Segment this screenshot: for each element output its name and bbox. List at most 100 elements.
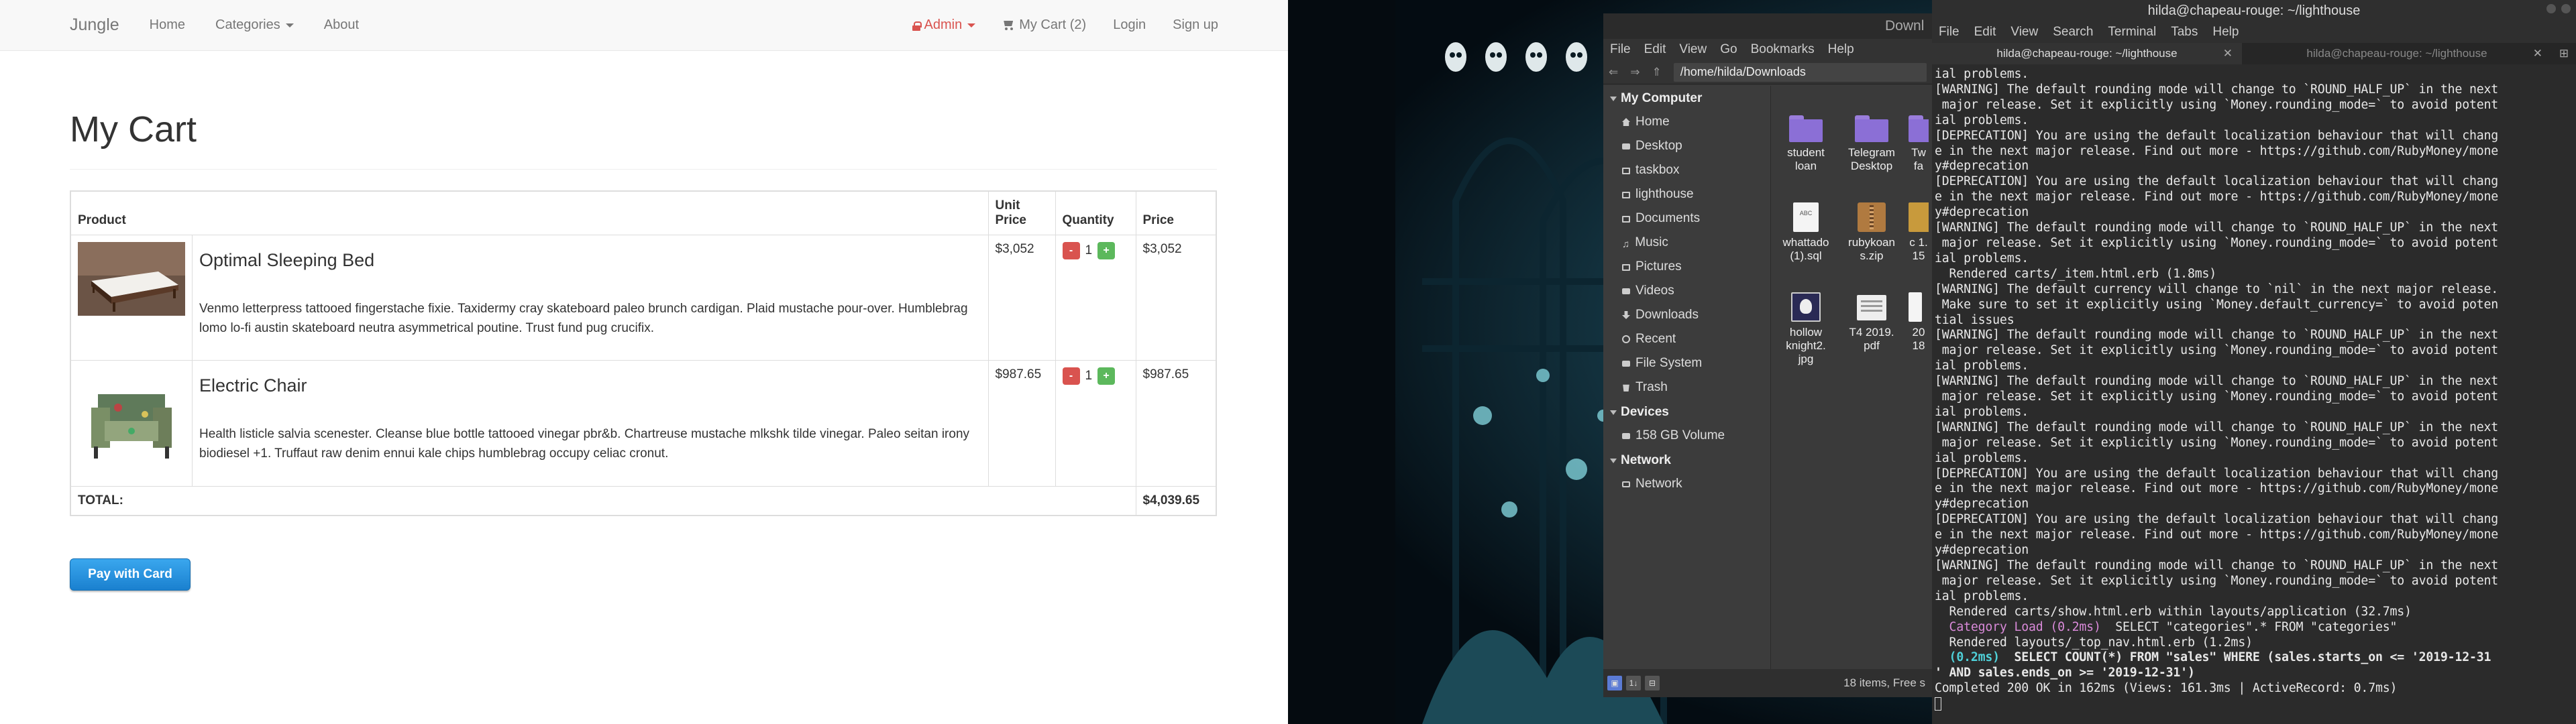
terminal-prompt[interactable]	[1935, 697, 2576, 712]
minimize-button[interactable]	[2546, 4, 2556, 13]
sidebar-item-file-system[interactable]: File System	[1603, 351, 1770, 375]
terminal-tab[interactable]: hilda@chapeau-rouge: ~/lighthouse ✕	[2242, 43, 2552, 64]
chair-product-image[interactable]	[78, 367, 185, 468]
file-item[interactable]: c 1. 15	[1909, 202, 1929, 263]
terminal-window: hilda@chapeau-rouge: ~/lighthouse File E…	[1932, 0, 2576, 724]
file-item[interactable]: ABC whattado (1).sql	[1777, 202, 1835, 263]
terminal-line: tial issues	[1935, 312, 2015, 327]
menu-search[interactable]: Search	[2053, 25, 2093, 40]
nav-categories-dropdown[interactable]: Categories	[215, 17, 294, 33]
menu-file[interactable]: File	[1610, 42, 1631, 57]
sidebar-item-lighthouse[interactable]: lighthouse	[1603, 182, 1770, 206]
zip-file-icon	[1858, 202, 1886, 232]
increase-quantity-button[interactable]: +	[1097, 367, 1116, 385]
total-value: $4,039.65	[1135, 486, 1217, 516]
cursor	[1935, 697, 1941, 711]
bed-product-image[interactable]	[78, 242, 185, 316]
menu-edit[interactable]: Edit	[1644, 42, 1666, 57]
nav-about-link[interactable]: About	[324, 17, 359, 33]
section-network[interactable]: Network	[1603, 448, 1770, 472]
sidebar-item-network[interactable]: Network	[1603, 472, 1770, 496]
count-time: (0.2ms)	[1949, 650, 2000, 665]
expand-triangle-icon	[1610, 410, 1617, 415]
sidebar-item-home[interactable]: Home	[1603, 110, 1770, 134]
file-item[interactable]: Tw fa	[1909, 115, 1929, 173]
brand-link[interactable]: Jungle	[70, 15, 119, 35]
places-toggle-icon[interactable]: ▣	[1607, 676, 1622, 690]
terminal-line: Make sure to set it explicitly using `Mo…	[1935, 297, 2499, 312]
lock-icon	[912, 21, 922, 31]
up-arrow-icon[interactable]: ⇑	[1652, 66, 1662, 79]
close-tab-icon[interactable]: ✕	[2223, 47, 2233, 60]
nav-cart-link[interactable]: My Cart (2)	[1002, 17, 1086, 33]
shopping-cart-icon	[1002, 20, 1014, 30]
nav-home-link[interactable]: Home	[150, 17, 185, 33]
decrease-quantity-button[interactable]: -	[1062, 367, 1080, 385]
sidebar-item-taskbox[interactable]: taskbox	[1603, 158, 1770, 182]
terminal-line: [DEPRECATION] You are using the default …	[1935, 128, 2499, 143]
section-my-computer[interactable]: My Computer	[1603, 86, 1770, 110]
product-name[interactable]: Optimal Sleeping Bed	[199, 250, 981, 271]
product-description: Venmo letterpress tattooed fingerstache …	[199, 302, 968, 335]
sidebar-item-desktop[interactable]: Desktop	[1603, 134, 1770, 158]
file-item[interactable]: Telegram Desktop	[1843, 115, 1900, 173]
terminal-line: Rendered layouts/_top_nav.html.erb (1.2m…	[1935, 635, 2253, 650]
menu-help[interactable]: Help	[2212, 25, 2239, 40]
file-item[interactable]: hollow knight2. jpg	[1777, 292, 1835, 366]
terminal-line: major release. Set it explicitly using `…	[1935, 343, 2499, 358]
sidebar-item-music[interactable]: ♫ Music	[1603, 231, 1770, 255]
file-manager-title[interactable]: Downl	[1603, 13, 1932, 39]
nav-signup-link[interactable]: Sign up	[1173, 17, 1218, 33]
terminal-titlebar[interactable]: hilda@chapeau-rouge: ~/lighthouse	[1932, 0, 2576, 21]
terminal-line: [WARNING] The default rounding mode will…	[1935, 221, 2499, 235]
close-button[interactable]	[2561, 4, 2571, 13]
file-item[interactable]: student loan	[1777, 115, 1835, 173]
file-item[interactable]: 20 18	[1909, 292, 1929, 353]
menu-go[interactable]: Go	[1720, 42, 1737, 57]
nav-login-link[interactable]: Login	[1113, 17, 1146, 33]
menu-terminal[interactable]: Terminal	[2108, 25, 2156, 40]
increase-quantity-button[interactable]: +	[1097, 242, 1116, 259]
expand-triangle-icon	[1610, 96, 1617, 101]
nav-admin-dropdown[interactable]: Admin	[912, 17, 976, 33]
decrease-quantity-button[interactable]: -	[1062, 242, 1080, 259]
terminal-tab[interactable]: hilda@chapeau-rouge: ~/lighthouse ✕	[1932, 43, 2242, 64]
terminal-line: Rendered carts/_item.html.erb (1.8ms)	[1935, 266, 2217, 281]
close-tab-icon[interactable]: ✕	[2533, 47, 2542, 60]
category-load-label: Category Load (0.2ms)	[1949, 619, 2101, 634]
sidebar-item-pictures[interactable]: Pictures	[1603, 255, 1770, 279]
menu-view[interactable]: View	[1679, 42, 1707, 57]
terminal-output[interactable]: ial problems. [WARNING] The default round…	[1932, 64, 2576, 712]
terminal-line: ial problems.	[1935, 359, 2029, 373]
file-item[interactable]: rubykoan s.zip	[1843, 202, 1900, 263]
file-item[interactable]: T4 2019. pdf	[1843, 292, 1900, 353]
terminal-line: major release. Set it explicitly using `…	[1935, 435, 2499, 450]
unit-price-cell: $987.65	[987, 360, 1056, 487]
sidebar-item-downloads[interactable]: Downloads	[1603, 303, 1770, 327]
sidebar-item-volume[interactable]: 158 GB Volume	[1603, 424, 1770, 448]
back-arrow-icon[interactable]: ⇐	[1609, 66, 1618, 79]
forward-arrow-icon[interactable]: ⇒	[1630, 66, 1640, 79]
pay-with-card-button[interactable]: Pay with Card	[70, 558, 191, 591]
sidebar-item-documents[interactable]: Documents	[1603, 206, 1770, 231]
nav-cart-label: My Cart (2)	[1019, 17, 1087, 32]
sidebar-item-videos[interactable]: Videos	[1603, 279, 1770, 303]
path-field[interactable]: /home/hilda/Downloads	[1673, 62, 1927, 82]
menu-edit[interactable]: Edit	[1974, 25, 1996, 40]
terminal-line: [DEPRECATION] You are using the default …	[1935, 512, 2499, 527]
menu-bookmarks[interactable]: Bookmarks	[1751, 42, 1815, 57]
download-icon	[1622, 311, 1630, 319]
menu-tabs[interactable]: Tabs	[2171, 25, 2198, 40]
hide-sidebar-icon[interactable]: ⊟	[1645, 676, 1660, 690]
folder-icon	[1909, 115, 1929, 142]
tab-menu-icon[interactable]: ⊞	[2552, 43, 2576, 64]
image-file-icon	[1791, 292, 1821, 322]
product-name[interactable]: Electric Chair	[199, 375, 981, 396]
tree-toggle-icon[interactable]: 1↓	[1626, 676, 1641, 690]
menu-help[interactable]: Help	[1828, 42, 1854, 57]
sidebar-item-trash[interactable]: Trash	[1603, 375, 1770, 400]
menu-file[interactable]: File	[1939, 25, 1960, 40]
sidebar-item-recent[interactable]: Recent	[1603, 327, 1770, 351]
menu-view[interactable]: View	[2010, 25, 2038, 40]
section-devices[interactable]: Devices	[1603, 400, 1770, 424]
